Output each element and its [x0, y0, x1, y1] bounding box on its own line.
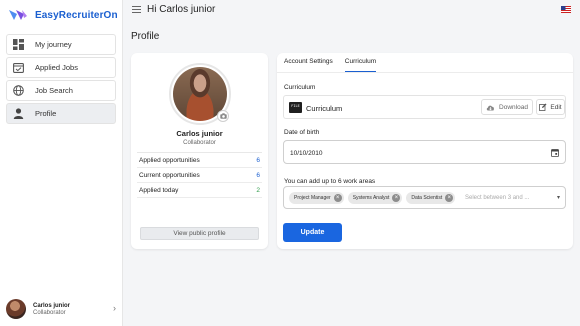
download-label: Download [499, 103, 528, 111]
edit-button[interactable]: Edit [536, 99, 565, 115]
sidebar-item-label: My journey [35, 40, 72, 49]
avatar [6, 299, 26, 319]
settings-card: Account Settings Curriculum Curriculum F… [277, 53, 573, 249]
camera-icon [219, 113, 227, 119]
remove-chip-icon[interactable]: × [445, 194, 454, 202]
cloud-download-icon [486, 105, 495, 110]
stat-value: 6 [256, 171, 260, 179]
chip-label: Systems Analyst [352, 195, 390, 201]
user-role: Collaborator [33, 309, 66, 316]
us-flag-icon[interactable] [561, 6, 571, 13]
sidebar-nav: My journey Applied Jobs Job Search Profi… [6, 34, 116, 126]
stat-value: 6 [256, 156, 260, 164]
curriculum-file: FILE Curriculum Download Edit [283, 95, 566, 119]
greeting: Hi Carlos junior [147, 4, 216, 15]
calendar-check-icon [12, 62, 24, 74]
profile-name: Carlos junior [176, 129, 223, 138]
divider [277, 72, 573, 73]
profile-stats: Applied opportunities 6 Current opportun… [137, 152, 262, 198]
stat-applied-today: Applied today 2 [137, 183, 262, 198]
page-title: Profile [131, 31, 160, 42]
update-button[interactable]: Update [283, 223, 342, 242]
top-bar: Hi Carlos junior [123, 0, 580, 20]
stat-label: Applied today [139, 186, 179, 194]
stat-applied-opportunities: Applied opportunities 6 [137, 153, 262, 168]
profile-role: Collaborator [183, 140, 216, 146]
file-name: Curriculum [306, 104, 343, 113]
chip-label: Data Scientist [411, 195, 443, 201]
chip-label: Project Manager [294, 195, 331, 201]
remove-chip-icon[interactable]: × [333, 194, 342, 202]
chevron-right-icon: › [113, 303, 116, 313]
work-areas-label: You can add up to 6 work areas [284, 178, 376, 185]
stat-label: Applied opportunities [139, 156, 200, 164]
calendar-icon[interactable] [551, 148, 559, 157]
work-areas-select[interactable]: Project Manager × Systems Analyst × Data… [283, 186, 566, 209]
date-of-birth-value: 10/10/2010 [290, 150, 323, 157]
tab-bar: Account Settings Curriculum [284, 58, 377, 72]
sidebar-item-label: Job Search [35, 86, 73, 95]
work-area-chip: Project Manager × [289, 192, 344, 204]
change-photo-button[interactable] [217, 110, 229, 122]
file-icon: FILE [289, 102, 302, 113]
profile-card: Carlos junior Collaborator Applied oppor… [131, 53, 268, 249]
stat-value: 2 [256, 186, 260, 194]
work-area-chip: Data Scientist × [406, 192, 456, 204]
remove-chip-icon[interactable]: × [392, 194, 401, 202]
dashboard-icon [12, 39, 24, 51]
edit-label: Edit [550, 103, 562, 111]
user-info: Carlos junior Collaborator [33, 303, 70, 316]
caret-down-icon[interactable]: ▾ [557, 194, 560, 201]
work-area-chips: Project Manager × Systems Analyst × Data… [289, 192, 456, 204]
menu-icon[interactable] [132, 6, 141, 13]
sidebar-item-my-journey[interactable]: My journey [6, 34, 116, 55]
work-areas-placeholder: Select between 3 and ... [465, 195, 530, 201]
tab-curriculum[interactable]: Curriculum [344, 58, 377, 72]
work-area-chip: Systems Analyst × [347, 192, 403, 204]
download-button[interactable]: Download [481, 99, 533, 115]
view-public-profile-button[interactable]: View public profile [140, 227, 259, 240]
stat-current-opportunities: Current opportunities 6 [137, 168, 262, 183]
user-menu[interactable]: Carlos junior Collaborator › [6, 298, 118, 320]
stat-label: Current opportunities [139, 171, 200, 179]
sidebar-item-job-search[interactable]: Job Search [6, 80, 116, 101]
app-name: EasyRecruiterOn [35, 9, 118, 21]
date-of-birth-field[interactable]: 10/10/2010 [283, 140, 566, 164]
sidebar-item-label: Applied Jobs [35, 63, 78, 72]
user-name: Carlos junior [33, 302, 71, 309]
globe-icon [12, 85, 24, 97]
person-icon [12, 108, 24, 120]
tab-account-settings[interactable]: Account Settings [284, 58, 333, 72]
edit-icon [539, 103, 547, 111]
sidebar-item-profile[interactable]: Profile [6, 103, 116, 124]
sidebar: EasyRecruiterOn My journey Applied Jobs … [0, 0, 123, 326]
sidebar-item-label: Profile [35, 109, 57, 118]
sidebar-item-applied-jobs[interactable]: Applied Jobs [6, 57, 116, 78]
logo-icon [9, 10, 27, 20]
date-of-birth-label: Date of birth [284, 129, 320, 136]
curriculum-label: Curriculum [284, 84, 316, 91]
app-logo[interactable]: EasyRecruiterOn [8, 7, 118, 23]
